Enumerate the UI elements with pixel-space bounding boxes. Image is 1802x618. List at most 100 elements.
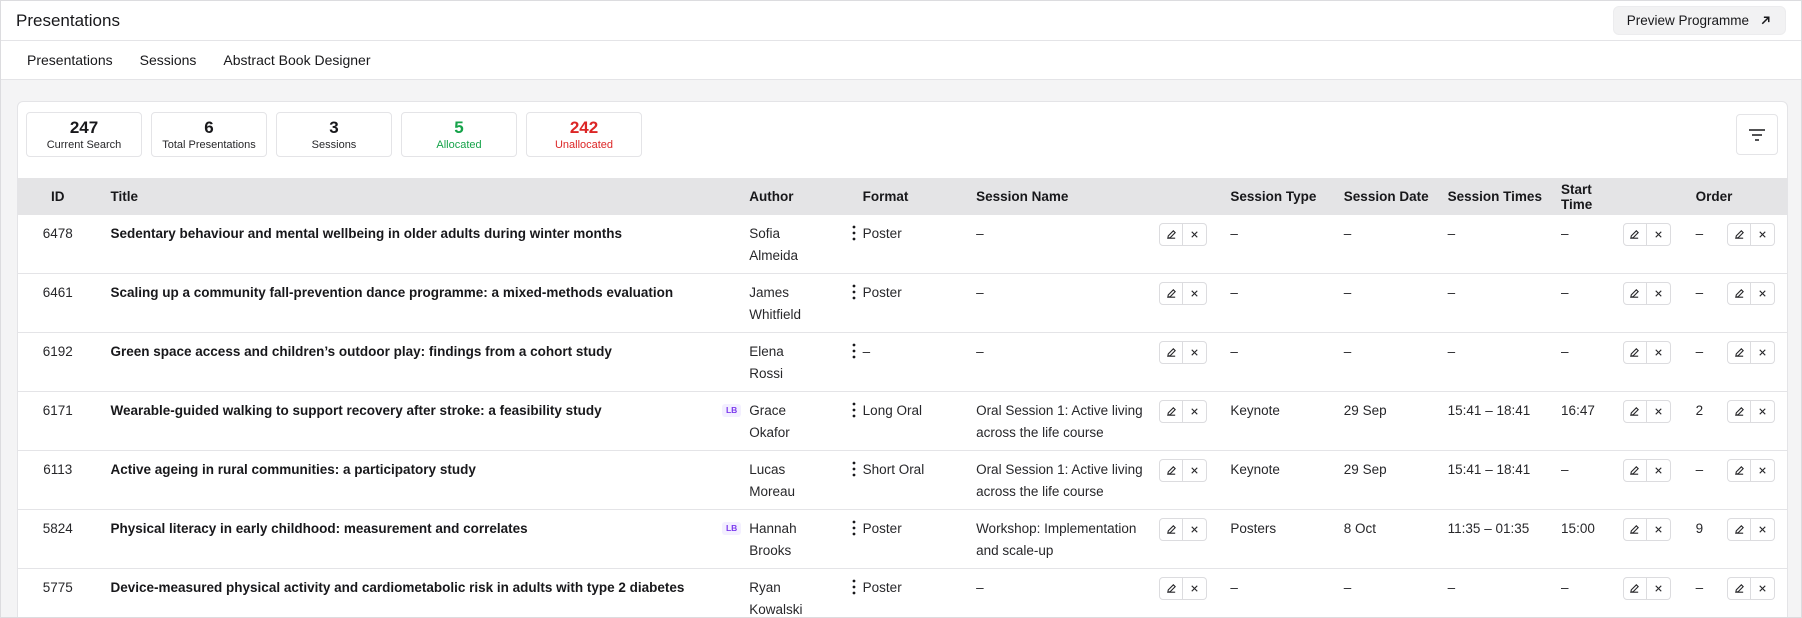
filter-button[interactable] (1736, 114, 1778, 155)
pencil-icon (1630, 466, 1639, 475)
table-row[interactable]: 6192 Green space access and children’s o… (18, 332, 1787, 392)
app-window: Presentations Preview Programme Presenta… (0, 0, 1802, 618)
tab-abstract-book-designer[interactable]: Abstract Book Designer (223, 52, 370, 68)
edit-order-button[interactable] (1727, 282, 1752, 305)
clear-order-button[interactable] (1751, 400, 1776, 423)
cell-author: Grace Okafor (749, 391, 863, 451)
column-header-session-date[interactable]: Session Date (1344, 178, 1448, 215)
clear-start-time-button[interactable] (1646, 400, 1671, 423)
table-row[interactable]: 6113 Active ageing in rural communities:… (18, 450, 1787, 510)
stats-bar: 247 Current Search 6 Total Presentations… (26, 112, 642, 157)
author-menu-button[interactable] (845, 223, 863, 267)
column-header-author[interactable]: Author (749, 178, 862, 215)
column-header-session-name[interactable]: Session Name (976, 178, 1159, 215)
cell-session-type: – (1230, 215, 1344, 274)
column-header-session-type[interactable]: Session Type (1230, 178, 1343, 215)
column-header-order[interactable]: Order (1696, 178, 1733, 215)
clear-order-button[interactable] (1751, 223, 1776, 246)
cell-title[interactable]: Wearable-guided walking to support recov… (97, 391, 750, 451)
table-row[interactable]: 5775 Device-measured physical activity a… (18, 568, 1787, 617)
cell-title[interactable]: Green space access and children’s outdoo… (97, 332, 750, 392)
close-icon (1191, 526, 1199, 533)
column-header-start-time[interactable]: Start Time (1561, 178, 1622, 215)
clear-order-button[interactable] (1751, 518, 1776, 541)
column-header-title[interactable]: Title (97, 178, 749, 215)
clear-start-time-button[interactable] (1646, 577, 1671, 600)
clear-order-button[interactable] (1751, 341, 1776, 364)
clear-start-time-button[interactable] (1646, 459, 1671, 482)
edit-start-time-button[interactable] (1622, 282, 1647, 305)
clear-order-button[interactable] (1751, 459, 1776, 482)
pencil-icon (1167, 584, 1176, 593)
clear-start-time-button[interactable] (1646, 518, 1671, 541)
edit-order-button[interactable] (1727, 518, 1752, 541)
cell-start-time-actions (1622, 332, 1696, 392)
close-icon (1654, 526, 1662, 533)
tab-presentations[interactable]: Presentations (27, 52, 113, 68)
edit-session-button[interactable] (1159, 459, 1184, 482)
clear-order-button[interactable] (1751, 577, 1776, 600)
clear-session-button[interactable] (1183, 518, 1208, 541)
cell-start-time: – (1561, 332, 1623, 392)
author-menu-button[interactable] (845, 518, 863, 562)
edit-session-button[interactable] (1159, 282, 1184, 305)
column-header-session-times[interactable]: Session Times (1448, 178, 1561, 215)
cell-title[interactable]: Scaling up a community fall-prevention d… (97, 273, 750, 333)
clear-session-button[interactable] (1183, 341, 1208, 364)
clear-session-button[interactable] (1183, 282, 1208, 305)
table-row[interactable]: 6461 Scaling up a community fall-prevent… (18, 273, 1787, 333)
cell-session-type: – (1230, 568, 1344, 617)
preview-programme-button[interactable]: Preview Programme (1612, 6, 1786, 35)
pencil-icon (1630, 289, 1639, 298)
edit-start-time-button[interactable] (1622, 459, 1647, 482)
table-row[interactable]: 5824 Physical literacy in early childhoo… (18, 509, 1787, 569)
clear-session-button[interactable] (1183, 223, 1208, 246)
author-name: Elena Rossi (749, 344, 784, 381)
edit-session-button[interactable] (1159, 223, 1184, 246)
cell-session-type: Keynote (1230, 450, 1344, 510)
column-header-id[interactable]: ID (18, 178, 97, 215)
cell-session-name: – (976, 332, 1160, 392)
table-row[interactable]: 6171 Wearable-guided walking to support … (18, 391, 1787, 451)
table-row[interactable]: 6478 Sedentary behaviour and mental well… (18, 215, 1787, 274)
pencil-icon (1735, 525, 1744, 534)
stat-label: Current Search (46, 138, 122, 151)
cell-title[interactable]: Device-measured physical activity and ca… (97, 568, 750, 617)
edit-session-button[interactable] (1159, 400, 1184, 423)
edit-order-button[interactable] (1727, 400, 1752, 423)
tab-sessions[interactable]: Sessions (140, 52, 197, 68)
edit-start-time-button[interactable] (1622, 518, 1647, 541)
cell-title[interactable]: Physical literacy in early childhood: me… (97, 509, 750, 569)
close-icon (1654, 290, 1662, 297)
cell-start-time-actions (1622, 273, 1696, 333)
clear-session-button[interactable] (1183, 577, 1208, 600)
cell-title[interactable]: Active ageing in rural communities: a pa… (97, 450, 750, 510)
edit-session-button[interactable] (1159, 577, 1184, 600)
stat-value: 3 (329, 117, 339, 137)
author-menu-button[interactable] (845, 459, 863, 503)
edit-session-button[interactable] (1159, 341, 1184, 364)
clear-session-button[interactable] (1183, 400, 1208, 423)
clear-start-time-button[interactable] (1646, 282, 1671, 305)
edit-order-button[interactable] (1727, 223, 1752, 246)
clear-start-time-button[interactable] (1646, 341, 1671, 364)
clear-session-button[interactable] (1183, 459, 1208, 482)
clear-start-time-button[interactable] (1646, 223, 1671, 246)
cell-order: – (1695, 568, 1728, 617)
edit-start-time-button[interactable] (1622, 400, 1647, 423)
cell-title[interactable]: Sedentary behaviour and mental wellbeing… (97, 215, 750, 274)
column-header-format[interactable]: Format (863, 178, 976, 215)
edit-order-button[interactable] (1727, 459, 1752, 482)
edit-start-time-button[interactable] (1622, 223, 1647, 246)
author-menu-button[interactable] (845, 282, 863, 326)
edit-start-time-button[interactable] (1622, 341, 1647, 364)
cell-session-name: – (976, 273, 1160, 333)
author-menu-button[interactable] (845, 577, 863, 617)
edit-order-button[interactable] (1727, 341, 1752, 364)
author-menu-button[interactable] (845, 400, 863, 444)
edit-start-time-button[interactable] (1622, 577, 1647, 600)
clear-order-button[interactable] (1751, 282, 1776, 305)
author-menu-button[interactable] (845, 341, 863, 385)
edit-order-button[interactable] (1727, 577, 1752, 600)
edit-session-button[interactable] (1159, 518, 1184, 541)
